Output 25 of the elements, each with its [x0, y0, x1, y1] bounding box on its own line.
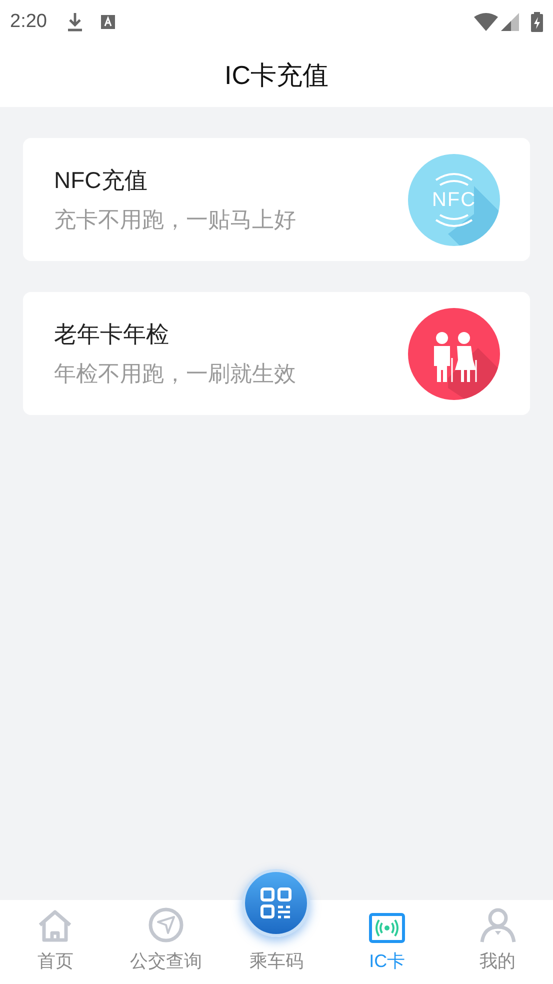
- elderly-couple-icon: [408, 308, 500, 400]
- download-icon: [66, 12, 83, 32]
- tab-item[interactable]: 乘车码: [221, 860, 332, 984]
- service-card[interactable]: 老年卡年检 年检不用跑，一刷就生效: [23, 292, 530, 415]
- tab-item[interactable]: 我的: [442, 900, 553, 984]
- compass-icon: [148, 907, 184, 943]
- battery-icon: [531, 12, 543, 32]
- tab-item[interactable]: 公交查询: [110, 900, 222, 984]
- user-icon: [480, 907, 516, 943]
- card-subtitle: 充卡不用跑，一贴马上好: [54, 206, 296, 234]
- nfc-label: NFC: [432, 190, 476, 210]
- card-title: 老年卡年检: [54, 320, 169, 349]
- home-icon: [37, 909, 74, 943]
- card-reader-icon: [369, 913, 406, 943]
- tab-item[interactable]: IC卡: [332, 900, 442, 984]
- status-time: 2:20: [10, 10, 47, 34]
- tab-item[interactable]: 首页: [0, 900, 111, 984]
- keyboard-icon: [100, 15, 115, 29]
- nfc-icon: [408, 154, 500, 246]
- card-title: NFC充值: [54, 166, 148, 195]
- page-title: IC卡充值: [224, 59, 328, 92]
- service-card[interactable]: NFC充值 充卡不用跑，一贴马上好 NFC: [23, 138, 530, 261]
- signal-icon: [501, 13, 519, 31]
- wifi-icon: [474, 13, 498, 31]
- card-subtitle: 年检不用跑，一刷就生效: [54, 360, 296, 388]
